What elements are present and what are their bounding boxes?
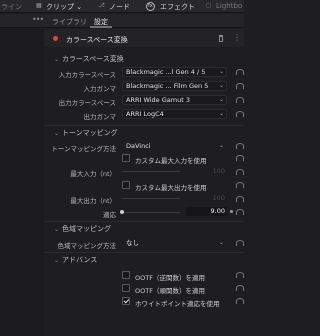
use-custom-max-output-checkbox[interactable] (122, 181, 130, 189)
edit-index-tab[interactable]: ライン (1, 2, 22, 12)
max-input-label: 最大入力（nt） (70, 170, 116, 178)
section-tone-mapping[interactable]: ⌄ トーンマッピング (54, 128, 118, 138)
reset-icon[interactable] (236, 182, 244, 188)
chevron-down-icon: ⌄ (54, 56, 60, 63)
tone-mapping-method-dropdown[interactable]: DaVinci ⌄ (122, 141, 227, 151)
adaptation-slider[interactable] (122, 212, 180, 213)
ootf-forward-label: OOTF（順関数）を適用 (135, 287, 205, 295)
nodes-tab[interactable]: ノード (109, 2, 130, 12)
output-gamma-dropdown[interactable]: ARRI LogC4 ⌄ (122, 109, 227, 119)
keyframe-dot-icon[interactable] (230, 210, 233, 213)
fx-icon: fx (146, 2, 155, 11)
reset-icon[interactable] (236, 240, 244, 246)
adaptation-label: 適応 (103, 211, 116, 219)
reset-icon[interactable] (236, 83, 244, 89)
white-point-adapt-label: ホワイトポイント適応を使用 (135, 300, 220, 308)
white-point-adapt-checkbox[interactable] (122, 297, 130, 305)
section-gamut-mapping[interactable]: ⌄ 色域マッピング (54, 224, 111, 234)
max-input-field[interactable]: 100 (186, 167, 227, 176)
max-output-label: 最大出力（nt） (70, 197, 116, 205)
use-custom-max-input-checkbox[interactable] (122, 154, 130, 162)
chevron-down-icon: ⌄ (218, 82, 224, 89)
reset-icon[interactable] (236, 209, 244, 215)
effect-title: カラースペース変換 (66, 36, 128, 44)
trash-icon[interactable] (219, 35, 223, 42)
reset-icon[interactable] (236, 111, 244, 117)
reset-icon[interactable] (236, 169, 244, 175)
chevron-down-icon: ⌄ (218, 96, 224, 103)
clips-icon: ▦ (36, 2, 42, 9)
output-color-space-dropdown[interactable]: ARRI Wide Gamut 3 ⌄ (122, 95, 227, 105)
divider (44, 125, 244, 126)
lightbox-icon: ▢ (206, 2, 212, 9)
use-custom-max-input-label: カスタム最大入力を使用 (135, 157, 207, 165)
reset-icon[interactable] (236, 97, 244, 103)
input-gamma-label: 入力ガンマ (83, 85, 117, 93)
reset-icon[interactable] (236, 143, 244, 149)
chevron-down-icon: ⌄ (218, 110, 224, 117)
ootf-forward-checkbox[interactable] (122, 284, 130, 292)
reset-icon[interactable] (236, 155, 244, 161)
effects-tab[interactable]: エフェクト (160, 2, 195, 12)
ootf-inverse-label: OOTF（逆関数）を適用 (135, 274, 205, 282)
section-color-space-transform[interactable]: ⌄ カラースペース変換 (54, 54, 124, 64)
reset-icon[interactable] (236, 272, 244, 278)
vertical-more-icon[interactable]: ⋮ (233, 33, 241, 42)
effect-enable-toggle[interactable] (53, 36, 58, 41)
tab-library[interactable]: ライブラリ (52, 17, 87, 27)
gamut-mapping-method-label: 色域マッピング方法 (57, 242, 117, 250)
effect-settings-panel: カラースペース変換 ⋮ ⌄ カラースペース変換 入力カラースペース Blackma… (44, 29, 244, 336)
input-color-space-label: 入力カラースペース (58, 71, 116, 79)
gamut-mapping-method-dropdown[interactable]: なし ⌄ (122, 238, 227, 248)
nodes-icon: ⎇ (98, 2, 105, 9)
input-color-space-dropdown[interactable]: Blackmagic ...l Gen 4 / 5 ⌄ (122, 67, 227, 77)
divider (44, 221, 244, 222)
max-output-slider[interactable] (122, 198, 180, 199)
tone-mapping-method-label: トーンマッピング方法 (51, 145, 116, 153)
panel-tabbar: ••• ライブラリ 設定 (0, 14, 244, 28)
left-panel (0, 29, 44, 336)
chevron-down-icon: ⌄ (54, 130, 60, 137)
lightbox-tab[interactable]: Lightbo (216, 2, 242, 10)
reset-icon[interactable] (236, 298, 244, 304)
reset-icon[interactable] (236, 285, 244, 291)
adaptation-field[interactable]: 9.00 (186, 207, 227, 216)
reset-icon[interactable] (236, 69, 244, 75)
ootf-inverse-checkbox[interactable] (122, 271, 130, 279)
more-options-icon[interactable]: ••• (32, 15, 44, 24)
chevron-down-icon: ⌄ (218, 239, 224, 246)
use-custom-max-output-label: カスタム最大出力を使用 (135, 184, 207, 192)
chevron-down-icon: ⌄ (218, 142, 224, 149)
input-gamma-dropdown[interactable]: Blackmagic ... Film Gen 5 ⌄ (122, 81, 227, 91)
section-advanced[interactable]: ⌄ アドバンス (54, 255, 97, 265)
max-input-slider[interactable] (122, 171, 180, 172)
output-color-space-label: 出力カラースペース (58, 99, 116, 107)
max-output-field[interactable]: 100 (186, 194, 227, 203)
chevron-down-icon: ⌄ (54, 257, 60, 264)
reset-icon[interactable] (236, 196, 244, 202)
chevron-down-icon: ⌄ (54, 226, 60, 233)
active-tab-indicator (90, 26, 112, 28)
effect-header: カラースペース変換 ⋮ (44, 29, 244, 47)
top-toolbar: ライン ▦ クリップ ⌄ ⎇ ノード fx エフェクト ▢ Lightbo (0, 0, 244, 13)
chevron-down-icon: ⌄ (218, 68, 224, 75)
adaptation-slider-knob[interactable] (120, 210, 124, 214)
divider (44, 252, 244, 253)
clips-tab[interactable]: クリップ ⌄ (46, 2, 82, 12)
output-gamma-label: 出力ガンマ (83, 113, 117, 121)
